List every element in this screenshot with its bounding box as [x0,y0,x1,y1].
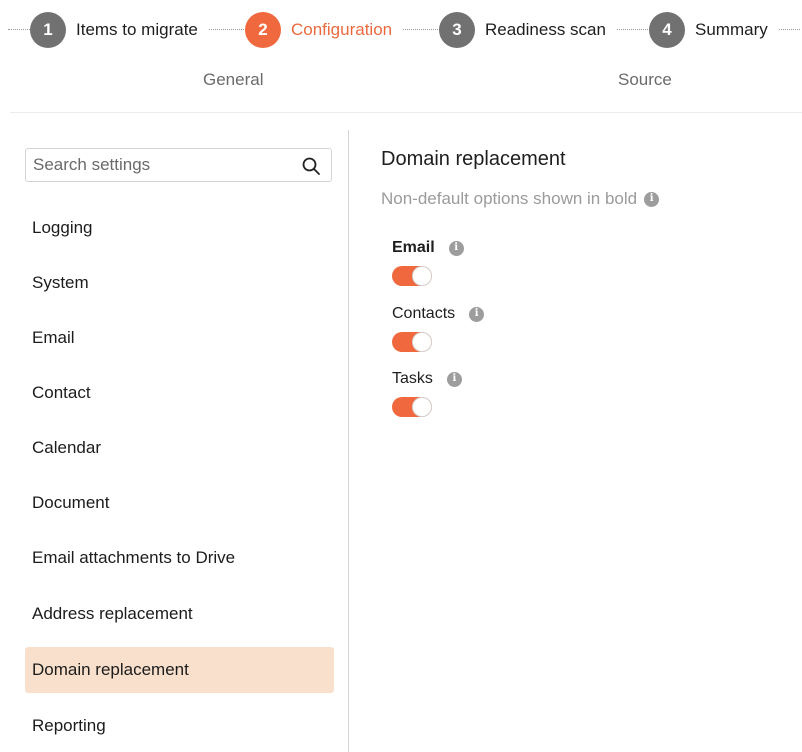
search-box [25,148,332,182]
info-icon[interactable]: i [448,240,464,256]
toggle-knob [413,267,431,285]
step-configuration[interactable]: 2 Configuration [245,12,403,48]
email-toggle[interactable] [392,266,432,286]
step-number: 3 [439,12,475,48]
sidebar-item-email[interactable]: Email [25,315,334,361]
wizard-stepper: 1 Items to migrate 2 Configuration 3 Rea… [0,0,802,60]
info-icon[interactable]: i [446,371,462,387]
info-icon[interactable]: i [469,306,485,322]
tasks-toggle[interactable] [392,397,432,417]
sidebar-item-address-replacement[interactable]: Address replacement [25,591,334,637]
toggle-knob [413,333,431,351]
sidebar-item-domain-replacement[interactable]: Domain replacement [25,647,334,693]
step-readiness-scan[interactable]: 3 Readiness scan [439,12,616,48]
step-label: Summary [685,20,778,40]
sidebar-item-reporting[interactable]: Reporting [25,703,334,749]
option-label: Tasks [392,370,433,387]
sidebar-item-logging[interactable]: Logging [25,205,334,251]
sidebar-item-system[interactable]: System [25,260,334,306]
sidebar-item-document[interactable]: Document [25,480,334,526]
step-number: 4 [649,12,685,48]
option-email: Email i [392,238,464,286]
section-title: Domain replacement [381,148,566,170]
step-number: 2 [245,12,281,48]
sidebar-item-email-attachments-to-drive[interactable]: Email attachments to Drive [25,535,334,581]
toggle-knob [413,398,431,416]
hint-text: Non-default options shown in bold [381,189,638,208]
subtab-source[interactable]: Source [618,70,672,90]
search-icon[interactable] [301,156,321,176]
sidebar-item-calendar[interactable]: Calendar [25,425,334,471]
step-label: Configuration [281,20,403,40]
sidebar-item-contact[interactable]: Contact [25,370,334,416]
subtab-general[interactable]: General [203,70,263,90]
step-items-to-migrate[interactable]: 1 Items to migrate [30,12,208,48]
step-number: 1 [30,12,66,48]
step-summary[interactable]: 4 Summary [649,12,778,48]
option-tasks: Tasks i [392,369,462,417]
step-label: Items to migrate [66,20,208,40]
option-contacts: Contacts i [392,304,485,352]
contacts-toggle[interactable] [392,332,432,352]
sidebar-divider [348,130,349,752]
option-label: Contacts [392,305,456,322]
info-icon[interactable]: i [644,191,660,207]
step-label: Readiness scan [475,20,616,40]
non-default-hint: Non-default options shown in bold i [381,189,660,209]
option-label: Email [392,239,435,256]
search-input[interactable] [33,149,283,181]
